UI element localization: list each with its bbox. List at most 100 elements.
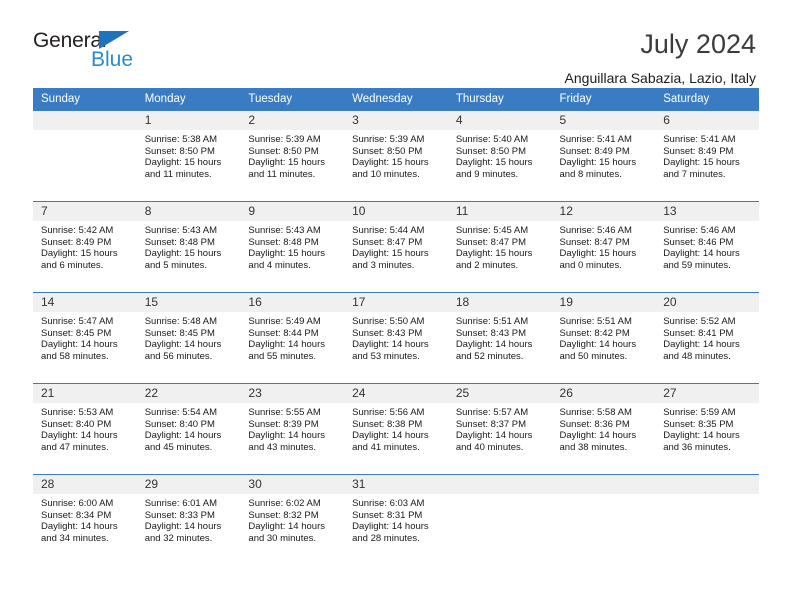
calendar-day-cell[interactable]: 11 Sunrise: 5:45 AM Sunset: 8:47 PM Dayligh…	[447, 201, 552, 293]
day-details: Sunrise: 6:00 AM Sunset: 8:34 PM Daylight:…	[33, 494, 137, 544]
sunrise-text: Sunrise: 5:43 AM	[144, 225, 218, 236]
calendar-day-cell[interactable]: 13 Sunrise: 5:46 AM Sunset: 8:46 PM Dayligh…	[655, 201, 759, 293]
day-number: 25	[447, 384, 552, 403]
day-number: 30	[240, 475, 345, 494]
calendar-day-cell[interactable]: 30 Sunrise: 6:02 AM Sunset: 8:32 PM Dayligh…	[240, 474, 345, 565]
day-cell-inner	[655, 475, 759, 565]
calendar-day-cell[interactable]: 8 Sunrise: 5:43 AM Sunset: 8:48 PM Daylight…	[136, 201, 241, 293]
day-number	[447, 475, 552, 494]
calendar-day-cell[interactable]: 18 Sunrise: 5:51 AM Sunset: 8:43 PM Dayligh…	[447, 292, 552, 384]
calendar-day-cell[interactable]: 29 Sunrise: 6:01 AM Sunset: 8:33 PM Dayligh…	[136, 474, 241, 565]
calendar-day-cell[interactable]: 15 Sunrise: 5:48 AM Sunset: 8:45 PM Dayligh…	[136, 292, 241, 384]
calendar-day-cell[interactable]: 4 Sunrise: 5:40 AM Sunset: 8:50 PM Daylight…	[447, 110, 552, 202]
calendar-day-cell[interactable]: 21 Sunrise: 5:53 AM Sunset: 8:40 PM Dayligh…	[33, 383, 137, 475]
weekday-header-friday: Friday	[551, 88, 656, 111]
sunrise-text: Sunrise: 5:48 AM	[144, 316, 218, 327]
daylight-text-line2: and 5 minutes.	[144, 259, 208, 271]
calendar-week-row: 21 Sunrise: 5:53 AM Sunset: 8:40 PM Dayligh…	[33, 383, 759, 475]
day-details: Sunrise: 5:44 AM Sunset: 8:47 PM Daylight:…	[344, 221, 448, 271]
daylight-text-line1: Daylight: 14 hours	[352, 430, 429, 442]
day-cell-inner: 18 Sunrise: 5:51 AM Sunset: 8:43 PM Dayligh…	[447, 293, 552, 383]
day-number: 16	[240, 293, 345, 312]
calendar-day-cell[interactable]: 28 Sunrise: 6:00 AM Sunset: 8:34 PM Dayligh…	[33, 474, 137, 565]
calendar-day-cell[interactable]: 12 Sunrise: 5:46 AM Sunset: 8:47 PM Dayligh…	[551, 201, 656, 293]
daylight-text-line2: and 59 minutes.	[663, 259, 731, 271]
sunrise-text: Sunrise: 5:41 AM	[559, 134, 632, 145]
daylight-text-line1: Daylight: 15 hours	[455, 248, 533, 260]
day-details: Sunrise: 5:59 AM Sunset: 8:35 PM Daylight:…	[655, 403, 759, 453]
day-number: 15	[136, 293, 241, 312]
day-number	[33, 111, 137, 130]
sunset-text: Sunset: 8:48 PM	[248, 236, 319, 248]
sunrise-text: Sunrise: 5:41 AM	[663, 134, 736, 145]
calendar-day-cell[interactable]: 22 Sunrise: 5:54 AM Sunset: 8:40 PM Dayligh…	[136, 383, 241, 475]
day-number: 12	[551, 202, 656, 221]
day-cell-inner: 28 Sunrise: 6:00 AM Sunset: 8:34 PM Dayligh…	[33, 475, 137, 565]
sunrise-text: Sunrise: 5:39 AM	[248, 134, 321, 145]
day-details: Sunrise: 5:54 AM Sunset: 8:40 PM Daylight:…	[137, 403, 241, 453]
calendar-grid: Sunday Monday Tuesday Wednesday Thursday Frid…	[33, 88, 759, 565]
calendar-day-cell[interactable]: 31 Sunrise: 6:03 AM Sunset: 8:31 PM Dayligh…	[344, 474, 448, 565]
calendar-day-cell[interactable]: 25 Sunrise: 5:57 AM Sunset: 8:37 PM Dayligh…	[447, 383, 552, 475]
calendar-day-cell[interactable]: 20 Sunrise: 5:52 AM Sunset: 8:41 PM Dayligh…	[655, 292, 759, 384]
calendar-day-cell[interactable]: 7 Sunrise: 5:42 AM Sunset: 8:49 PM Daylight…	[33, 201, 137, 293]
daylight-text-line2: and 6 minutes.	[41, 259, 104, 271]
calendar-day-cell[interactable]: 17 Sunrise: 5:50 AM Sunset: 8:43 PM Dayligh…	[344, 292, 448, 384]
sunrise-text: Sunrise: 6:00 AM	[41, 498, 114, 509]
day-details: Sunrise: 5:46 AM Sunset: 8:46 PM Daylight:…	[655, 221, 759, 271]
calendar-day-cell[interactable]: 19 Sunrise: 5:51 AM Sunset: 8:42 PM Dayligh…	[551, 292, 656, 384]
calendar-day-cell[interactable]: 2 Sunrise: 5:39 AM Sunset: 8:50 PM Daylight…	[240, 110, 345, 202]
day-cell-inner: 25 Sunrise: 5:57 AM Sunset: 8:37 PM Dayligh…	[447, 384, 552, 474]
day-details: Sunrise: 5:49 AM Sunset: 8:44 PM Daylight:…	[240, 312, 344, 362]
sunset-text: Sunset: 8:35 PM	[663, 418, 734, 430]
calendar-day-cell[interactable]: 16 Sunrise: 5:49 AM Sunset: 8:44 PM Dayligh…	[240, 292, 345, 384]
calendar-day-cell[interactable]: 26 Sunrise: 5:58 AM Sunset: 8:36 PM Dayligh…	[551, 383, 656, 475]
day-number: 27	[655, 384, 759, 403]
daylight-text-line1: Daylight: 14 hours	[352, 521, 429, 533]
logo-text-blue: Blue	[91, 48, 134, 71]
sunrise-text: Sunrise: 5:54 AM	[144, 407, 218, 418]
daylight-text-line1: Daylight: 14 hours	[144, 339, 222, 351]
weekday-header-saturday: Saturday	[655, 88, 759, 111]
general-blue-logo[interactable]: General Blue	[33, 28, 145, 74]
calendar-week-row: 14 Sunrise: 5:47 AM Sunset: 8:45 PM Dayligh…	[33, 292, 759, 384]
daylight-text-line2: and 28 minutes.	[352, 532, 420, 544]
calendar-day-cell[interactable]: 24 Sunrise: 5:56 AM Sunset: 8:38 PM Dayligh…	[344, 383, 448, 475]
day-number: 23	[240, 384, 345, 403]
weekday-header-thursday: Thursday	[447, 88, 552, 111]
day-cell-inner: 16 Sunrise: 5:49 AM Sunset: 8:44 PM Dayligh…	[240, 293, 345, 383]
calendar-day-cell[interactable]: 23 Sunrise: 5:55 AM Sunset: 8:39 PM Dayligh…	[240, 383, 345, 475]
day-number: 7	[33, 202, 137, 221]
daylight-text-line2: and 32 minutes.	[144, 532, 213, 544]
calendar-page: General Blue July 2024 Anguillara Sabazi…	[0, 0, 792, 612]
day-details: Sunrise: 6:03 AM Sunset: 8:31 PM Daylight:…	[344, 494, 448, 544]
calendar-day-cell[interactable]: 5 Sunrise: 5:41 AM Sunset: 8:49 PM Daylight…	[551, 110, 656, 202]
day-cell-inner: 10 Sunrise: 5:44 AM Sunset: 8:47 PM Dayligh…	[344, 202, 448, 292]
daylight-text-line1: Daylight: 15 hours	[559, 157, 637, 169]
calendar-day-cell[interactable]: 6 Sunrise: 5:41 AM Sunset: 8:49 PM Daylight…	[655, 110, 759, 202]
day-details: Sunrise: 5:40 AM Sunset: 8:50 PM Daylight:…	[448, 130, 552, 180]
day-cell-inner	[447, 475, 552, 565]
calendar-day-cell[interactable]: 1 Sunrise: 5:38 AM Sunset: 8:50 PM Daylight…	[136, 110, 241, 202]
sunset-text: Sunset: 8:50 PM	[352, 145, 423, 157]
calendar-day-cell[interactable]: 10 Sunrise: 5:44 AM Sunset: 8:47 PM Dayligh…	[344, 201, 448, 293]
day-number: 20	[655, 293, 759, 312]
sunrise-text: Sunrise: 5:43 AM	[248, 225, 321, 236]
day-number: 5	[551, 111, 656, 130]
day-number: 8	[136, 202, 241, 221]
day-details: Sunrise: 6:01 AM Sunset: 8:33 PM Daylight:…	[137, 494, 241, 544]
calendar-day-cell[interactable]: 27 Sunrise: 5:59 AM Sunset: 8:35 PM Dayligh…	[655, 383, 759, 475]
sunrise-text: Sunrise: 5:39 AM	[352, 134, 425, 145]
daylight-text-line2: and 11 minutes.	[248, 168, 316, 180]
day-details: Sunrise: 5:48 AM Sunset: 8:45 PM Daylight:…	[137, 312, 241, 362]
daylight-text-line1: Daylight: 14 hours	[144, 521, 222, 533]
calendar-day-cell[interactable]: 14 Sunrise: 5:47 AM Sunset: 8:45 PM Dayligh…	[33, 292, 137, 384]
sunset-text: Sunset: 8:43 PM	[352, 327, 423, 339]
sunset-text: Sunset: 8:49 PM	[663, 145, 734, 157]
day-cell-inner: 26 Sunrise: 5:58 AM Sunset: 8:36 PM Dayligh…	[551, 384, 656, 474]
sunset-text: Sunset: 8:47 PM	[352, 236, 423, 248]
calendar-day-cell[interactable]: 9 Sunrise: 5:43 AM Sunset: 8:48 PM Daylight…	[240, 201, 345, 293]
calendar-day-cell[interactable]: 3 Sunrise: 5:39 AM Sunset: 8:50 PM Daylight…	[344, 110, 448, 202]
day-cell-inner: 13 Sunrise: 5:46 AM Sunset: 8:46 PM Dayligh…	[655, 202, 759, 292]
day-details: Sunrise: 5:42 AM Sunset: 8:49 PM Daylight:…	[33, 221, 137, 271]
